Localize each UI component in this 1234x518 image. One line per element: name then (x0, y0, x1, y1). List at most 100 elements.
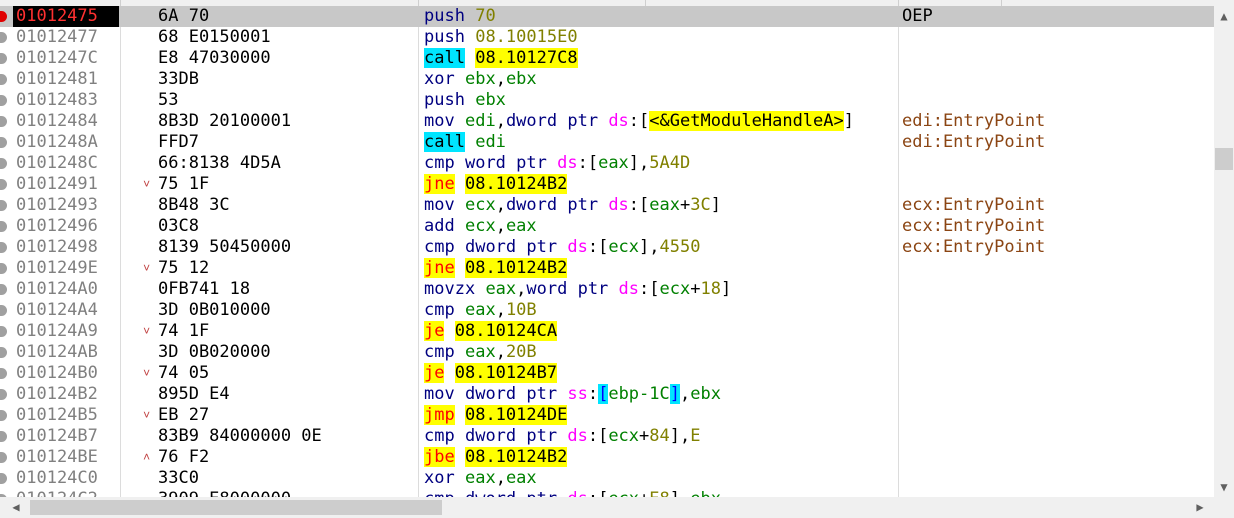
disassembly-token: word ptr (464, 153, 547, 173)
instruction-row[interactable]: 010124BE ˄ 76 F2 jbe 08.10124B2 (0, 447, 1214, 468)
instruction-row[interactable]: 010124B5 ˅ EB 27 jmp 08.10124DE (0, 405, 1214, 426)
scroll-down-arrow-icon[interactable]: ▼ (1214, 477, 1234, 497)
disassembly-token: , (495, 195, 506, 215)
instruction-row[interactable]: 0101249E ˅ 75 12 jne 08.10124B2 (0, 258, 1214, 279)
disassembly-token: eax (598, 153, 629, 173)
breakpoint-dot-icon[interactable] (0, 368, 7, 379)
instruction-disassembly: cmp dword ptr ds:[ecx],4550 (424, 237, 900, 258)
scrollbar-corner (1214, 497, 1234, 518)
horizontal-scroll-thumb[interactable] (30, 500, 442, 515)
breakpoint-dot-icon[interactable] (0, 200, 7, 211)
breakpoint-dot-icon[interactable] (0, 116, 7, 127)
disassembly-token: ecx (464, 195, 496, 215)
instruction-row[interactable]: 010124A0 0FB741 18 movzx eax,word ptr ds:[… (0, 279, 1214, 300)
instruction-bytes: 53 (158, 90, 179, 110)
scroll-right-arrow-icon[interactable]: ▶ (1190, 497, 1210, 518)
instruction-row[interactable]: 0101247C E8 47030000 call 08.10127C8 (0, 48, 1214, 69)
disassembly-token: 10B (505, 300, 537, 320)
vertical-scrollbar[interactable]: ▲ ▼ (1214, 0, 1234, 497)
instruction-row[interactable]: 010124AB 3D 0B020000 cmp eax,20B (0, 342, 1214, 363)
instruction-row[interactable]: 01012475 6A 70 push 70 OEP (0, 6, 1214, 27)
disassembly-token (444, 363, 454, 383)
breakpoint-dot-icon[interactable] (0, 53, 7, 64)
disassembly-token: edi (464, 111, 496, 131)
instruction-disassembly: je 08.10124B7 (424, 363, 900, 384)
breakpoint-dot-icon[interactable] (0, 284, 7, 295)
disassembly-token: push (424, 6, 465, 26)
instruction-bytes: 895D E4 (158, 384, 230, 404)
disassembly-token: ebx (505, 69, 537, 89)
disassembly-token: jne (424, 174, 455, 194)
disassembly-token: + (680, 195, 691, 215)
instruction-bytes: 3D 0B010000 (158, 300, 271, 320)
disassembly-token (455, 111, 465, 131)
instruction-row[interactable]: 01012484 8B3D 20100001 mov edi,dword ptr d… (0, 111, 1214, 132)
horizontal-scrollbar[interactable]: ◀ ▶ (0, 497, 1214, 518)
breakpoint-dot-icon[interactable] (0, 137, 7, 148)
instruction-address: 0101248C (16, 153, 98, 173)
scroll-left-arrow-icon[interactable]: ◀ (6, 497, 26, 518)
disassembly-token: 08.10124B7 (454, 363, 558, 383)
disassembly-view[interactable]: 01012475 6A 70 push 70 OEP 01012477 68 E01500… (0, 0, 1214, 497)
breakpoint-dot-icon[interactable] (0, 326, 7, 337)
breakpoint-dot-icon[interactable] (0, 242, 7, 253)
disassembly-token: ebx (464, 69, 496, 89)
instruction-row[interactable]: 010124B2 895D E4 mov dword ptr ss:[ebp-1C]… (0, 384, 1214, 405)
instruction-row[interactable]: 01012498 8139 50450000 cmp dword ptr ds:[e… (0, 237, 1214, 258)
disassembly-token: cmp (424, 153, 455, 173)
scroll-up-arrow-icon[interactable]: ▲ (1214, 6, 1234, 26)
instruction-bytes: 75 12 (158, 258, 210, 278)
disassembly-token: ], (639, 237, 660, 257)
breakpoint-dot-icon[interactable] (0, 305, 7, 316)
instruction-row[interactable]: 01012477 68 E0150001 push 08.10015E0 (0, 27, 1214, 48)
breakpoint-dot-icon[interactable] (0, 221, 7, 232)
breakpoint-dot-icon[interactable] (0, 389, 7, 400)
breakpoint-dot-icon[interactable] (0, 347, 7, 358)
breakpoint-dot-icon[interactable] (0, 32, 7, 43)
disassembly-token: add (424, 216, 455, 236)
disassembly-token: xor (424, 69, 455, 89)
instruction-address: 010124A4 (16, 300, 98, 320)
instruction-comment: ecx:EntryPoint (902, 216, 1046, 236)
instruction-address: 010124B7 (16, 426, 98, 446)
instruction-row[interactable]: 01012496 03C8 add ecx,eax ecx:EntryPoint (0, 216, 1214, 237)
instruction-row[interactable]: 01012491 ˅ 75 1F jne 08.10124B2 (0, 174, 1214, 195)
breakpoint-dot-icon[interactable] (0, 95, 7, 106)
disassembly-token: ebx (475, 90, 506, 110)
instruction-row[interactable]: 010124A9 ˅ 74 1F je 08.10124CA (0, 321, 1214, 342)
breakpoint-dot-icon[interactable] (0, 263, 7, 274)
instruction-disassembly: jmp 08.10124DE (424, 405, 900, 426)
breakpoint-dot-icon[interactable] (0, 452, 7, 463)
disassembly-token: 08.10127C8 (475, 48, 578, 68)
instruction-row[interactable]: 010124A4 3D 0B010000 cmp eax,10B (0, 300, 1214, 321)
instruction-bytes: 68 E0150001 (158, 27, 271, 47)
instruction-row[interactable]: 010124B0 ˅ 74 05 je 08.10124B7 (0, 363, 1214, 384)
instruction-row[interactable]: 010124B7 83B9 84000000 0E cmp dword ptr ds… (0, 426, 1214, 447)
breakpoint-dot-icon[interactable] (0, 473, 7, 484)
instruction-address: 01012477 (16, 27, 98, 47)
disassembly-token: ] (710, 195, 721, 215)
instruction-row[interactable]: 01012481 33DB xor ebx,ebx (0, 69, 1214, 90)
instruction-bytes: 74 1F (158, 321, 210, 341)
instruction-row[interactable]: 01012483 53 push ebx (0, 90, 1214, 111)
breakpoint-dot-icon[interactable] (0, 410, 7, 421)
disassembly-token: ecx (464, 216, 496, 236)
instruction-row[interactable]: 01012493 8B48 3C mov ecx,dword ptr ds:[eax… (0, 195, 1214, 216)
jump-down-arrow-icon: ˅ (143, 408, 151, 422)
disassembly-token (465, 48, 475, 68)
breakpoint-dot-icon[interactable] (0, 158, 7, 169)
instruction-row[interactable]: 0101248C 66:8138 4D5A cmp word ptr ds:[eax… (0, 153, 1214, 174)
disassembly-token: jbe (424, 447, 455, 467)
instruction-row[interactable]: 010124C23909 E8000000cmp dword ptr ds:[e… (0, 489, 1214, 497)
disassembly-token: dword ptr (464, 237, 558, 257)
breakpoint-dot-icon[interactable] (0, 179, 7, 190)
instruction-row[interactable]: 010124C0 33C0 xor eax,eax (0, 468, 1214, 489)
breakpoint-dot-icon[interactable] (0, 74, 7, 85)
instruction-disassembly: xor eax,eax (424, 468, 900, 489)
breakpoint-dot-icon[interactable] (0, 11, 7, 22)
breakpoint-dot-icon[interactable] (0, 431, 7, 442)
instruction-row[interactable]: 0101248A FFD7 call edi edi:EntryPoint (0, 132, 1214, 153)
vertical-scroll-thumb[interactable] (1215, 148, 1233, 170)
disassembly-token (455, 468, 465, 488)
disassembly-token: 08.10124B2 (464, 447, 568, 467)
